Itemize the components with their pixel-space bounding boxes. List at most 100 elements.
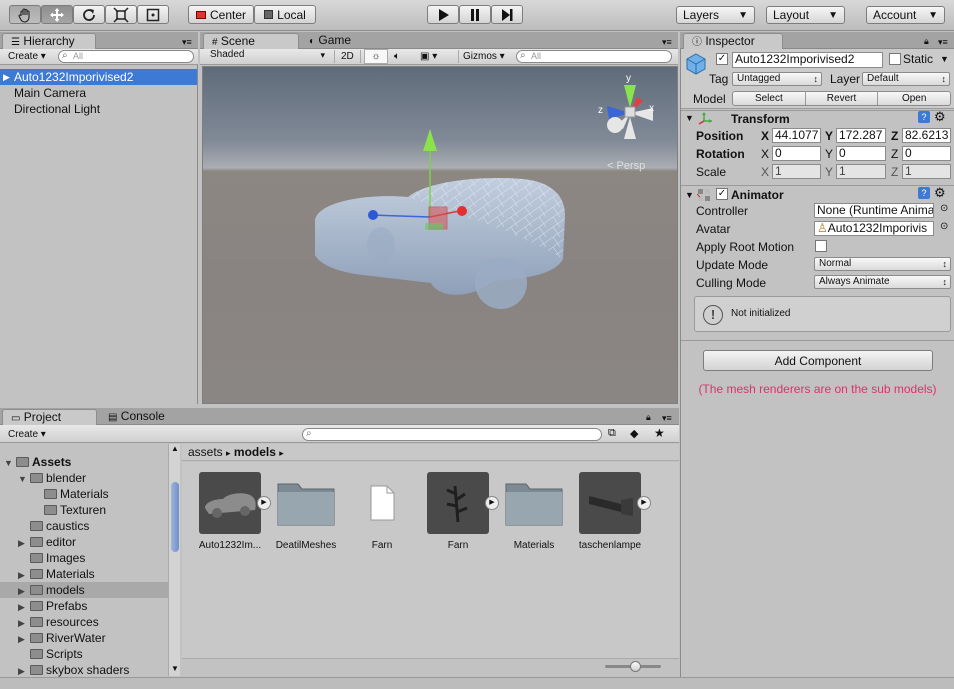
rotation-z-field[interactable]: 0: [902, 146, 951, 161]
expand-right-arrow-icon[interactable]: ▶: [18, 567, 30, 583]
layers-dropdown[interactable]: Layers ▼: [676, 6, 755, 24]
tab-inspector[interactable]: ⓘ Inspector: [683, 33, 783, 49]
object-name-field[interactable]: Auto1232Imporivised2: [732, 52, 883, 68]
expand-right-arrow-icon[interactable]: ▶: [18, 599, 30, 615]
object-picker-icon[interactable]: ⊙: [940, 203, 948, 214]
apply-root-motion-checkbox[interactable]: [815, 240, 827, 252]
tree-item[interactable]: ▶ Materials: [0, 566, 168, 582]
culling-mode-dropdown[interactable]: Always Animate ↕: [814, 275, 951, 289]
chevron-down-icon[interactable]: ▼: [940, 54, 949, 64]
tree-scrollbar[interactable]: ▲ ▼: [168, 444, 180, 676]
rotation-y-field[interactable]: 0: [836, 146, 886, 161]
scale-y-field[interactable]: 1: [836, 164, 886, 179]
asset-item-farn-model[interactable]: ▶ Farn: [421, 472, 499, 551]
object-picker-icon[interactable]: ⊙: [940, 221, 948, 232]
lock-icon[interactable]: 🔒︎: [646, 412, 651, 423]
help-icon[interactable]: ?: [918, 111, 930, 123]
add-component-button[interactable]: Add Component: [703, 350, 933, 371]
gear-icon[interactable]: ⚙: [934, 185, 946, 201]
tab-hierarchy[interactable]: ☰ Hierarchy: [2, 33, 96, 49]
tab-scene[interactable]: # Scene: [203, 33, 299, 49]
search-by-label-icon[interactable]: ◆: [630, 427, 638, 440]
expand-down-arrow-icon[interactable]: ▼: [4, 455, 16, 471]
tree-item[interactable]: ▶ skybox shaders: [0, 662, 168, 677]
project-create-button[interactable]: Create ▾: [4, 428, 50, 441]
active-checkbox[interactable]: ✓: [716, 53, 728, 65]
controller-field[interactable]: None (Runtime Anima: [814, 203, 934, 218]
asset-item-deatilmeshes[interactable]: DeatilMeshes: [269, 472, 343, 551]
search-by-type-icon[interactable]: ⧉: [608, 427, 616, 440]
tree-item[interactable]: Images: [0, 550, 168, 566]
gizmos-dropdown[interactable]: Gizmos ▾: [458, 50, 509, 63]
position-z-field[interactable]: 82.6213: [902, 128, 951, 143]
expand-down-arrow-icon[interactable]: ▼: [18, 471, 30, 487]
pivot-space-button[interactable]: Local: [254, 5, 316, 24]
expand-right-arrow-icon[interactable]: ▶: [18, 535, 30, 551]
pause-button[interactable]: [459, 5, 491, 24]
position-x-field[interactable]: 44.1077: [772, 128, 821, 143]
breadcrumb-item-models[interactable]: models: [234, 445, 276, 459]
position-y-field[interactable]: 172.287: [836, 128, 886, 143]
update-mode-dropdown[interactable]: Normal ↕: [814, 257, 951, 271]
model-revert-button[interactable]: Revert: [806, 92, 879, 105]
avatar-field[interactable]: ♙Auto1232Imporivis: [814, 221, 934, 236]
favorite-star-icon[interactable]: ★: [654, 426, 665, 440]
asset-item-car[interactable]: ▶ Auto1232Im...: [193, 472, 271, 551]
help-icon[interactable]: ?: [918, 187, 930, 199]
tree-item[interactable]: Texturen: [0, 502, 168, 518]
tree-item[interactable]: Scripts: [0, 646, 168, 662]
tree-item[interactable]: ▶ resources: [0, 614, 168, 630]
hierarchy-create-button[interactable]: Create ▾: [4, 50, 50, 63]
tab-console[interactable]: ▤ Console: [100, 409, 180, 424]
play-button[interactable]: [427, 5, 459, 24]
tab-project[interactable]: ▭ Project: [2, 409, 97, 425]
scale-tool-button[interactable]: [105, 5, 137, 24]
rotate-tool-button[interactable]: [73, 5, 105, 24]
tree-item[interactable]: ▶ editor: [0, 534, 168, 550]
project-search-input[interactable]: [302, 428, 602, 441]
foldout-arrow-icon[interactable]: ▼: [685, 190, 694, 200]
static-checkbox[interactable]: [889, 53, 901, 65]
panel-menu-icon[interactable]: ▾≡: [182, 37, 192, 48]
layer-dropdown[interactable]: Default ↕: [862, 72, 950, 86]
scene-2d-button[interactable]: 2D: [334, 50, 361, 63]
tree-item[interactable]: ▼ blender: [0, 470, 168, 486]
foldout-arrow-icon[interactable]: ▼: [685, 113, 694, 123]
tab-game[interactable]: ◐ Game: [301, 33, 377, 48]
asset-item-taschenlampe[interactable]: ▶ taschenlampe: [573, 472, 651, 551]
breadcrumb-item-assets[interactable]: assets: [188, 445, 223, 459]
asset-item-materials[interactable]: Materials: [497, 472, 571, 551]
tree-item[interactable]: ▼ Assets: [0, 454, 168, 470]
scroll-up-arrow-icon[interactable]: ▲: [171, 444, 179, 453]
tree-item[interactable]: ▶ models: [0, 582, 168, 598]
expand-arrow-icon[interactable]: ▶: [3, 69, 10, 85]
hierarchy-item-auto[interactable]: ▶ Auto1232Imporivised2: [0, 69, 197, 85]
panel-menu-icon[interactable]: ▾≡: [938, 37, 948, 48]
model-select-button[interactable]: Select: [733, 92, 806, 105]
tag-dropdown[interactable]: Untagged ↕: [732, 72, 822, 86]
expand-right-arrow-icon[interactable]: ▶: [18, 583, 30, 599]
transform-header[interactable]: [681, 110, 954, 127]
tree-item[interactable]: ▶ Prefabs: [0, 598, 168, 614]
tree-item[interactable]: Materials: [0, 486, 168, 502]
asset-item-farn-file[interactable]: Farn: [345, 472, 419, 551]
tree-item[interactable]: caustics: [0, 518, 168, 534]
scene-viewport[interactable]: y x z < Persp: [202, 66, 678, 404]
rect-tool-button[interactable]: [137, 5, 169, 24]
panel-menu-icon[interactable]: ▾≡: [662, 37, 672, 48]
hierarchy-search-input[interactable]: All: [58, 50, 194, 63]
expand-right-arrow-icon[interactable]: ▶: [18, 663, 30, 677]
hierarchy-item-main-camera[interactable]: Main Camera: [0, 85, 197, 101]
persp-label[interactable]: < Persp: [607, 160, 645, 172]
move-tool-button[interactable]: [41, 5, 73, 24]
scene-lighting-button[interactable]: ☼: [364, 49, 388, 64]
gear-icon[interactable]: ⚙: [934, 109, 946, 125]
expand-right-arrow-icon[interactable]: ▶: [18, 615, 30, 631]
step-button[interactable]: [491, 5, 523, 24]
rotation-x-field[interactable]: 0: [772, 146, 821, 161]
expand-subassets-icon[interactable]: ▶: [637, 496, 651, 510]
pivot-center-button[interactable]: Center: [188, 5, 254, 24]
thumbnail-size-slider[interactable]: [605, 661, 661, 672]
slider-knob[interactable]: [629, 661, 641, 672]
scroll-down-arrow-icon[interactable]: ▼: [171, 664, 179, 673]
